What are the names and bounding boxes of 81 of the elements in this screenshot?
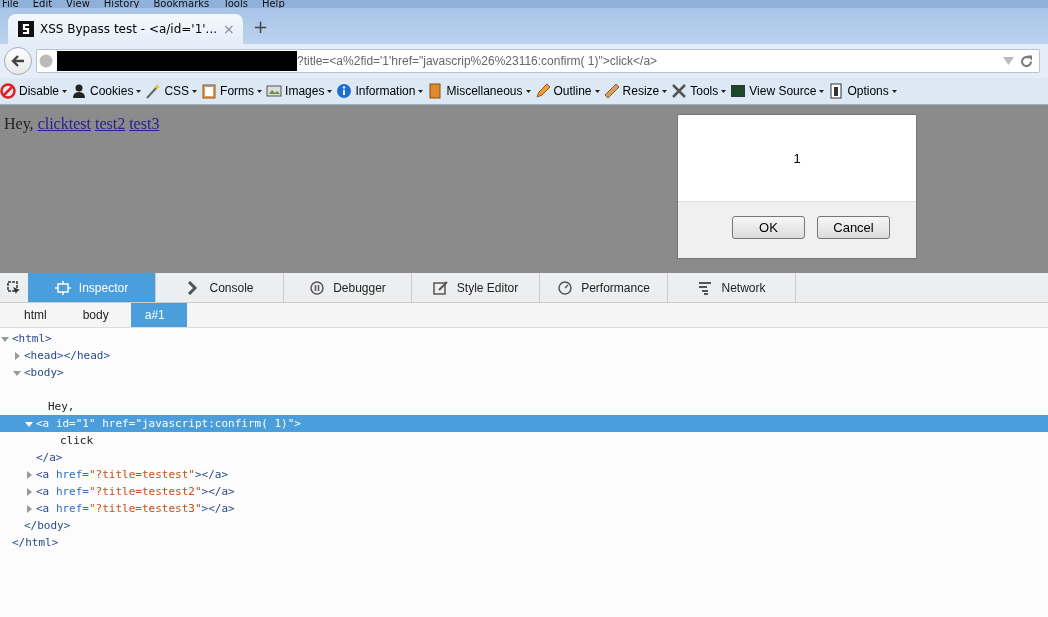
toolbar-menu-button[interactable]: Miscellaneous [427, 83, 531, 99]
page-link[interactable]: test3 [129, 115, 160, 132]
toolbar-menu-button[interactable]: Images [266, 83, 333, 99]
caret-icon [594, 89, 600, 93]
markup-line[interactable]: </a> [0, 449, 1048, 466]
markup-line[interactable]: click [0, 432, 1048, 449]
page-text: Hey, [4, 115, 34, 132]
toolbar-menu-button[interactable]: View Source [730, 83, 825, 99]
caret-icon [192, 89, 198, 93]
person-icon [71, 83, 88, 99]
site-icon [18, 21, 34, 37]
devtools-tab[interactable]: Network [668, 273, 796, 302]
info-icon [336, 83, 353, 99]
devtools-tab[interactable]: Console [156, 273, 284, 302]
pencil-icon [534, 83, 551, 99]
clipboard-icon [201, 83, 218, 99]
markup-line[interactable]: <a href="?title=testest"></a> [0, 466, 1048, 483]
menu-item[interactable]: Help [261, 0, 285, 8]
devtools-tab[interactable]: Performance [540, 273, 668, 302]
menu-item[interactable]: History [103, 0, 140, 8]
markup-line[interactable]: Hey, [0, 398, 1048, 415]
pause-icon [309, 280, 326, 295]
edit-icon [432, 280, 449, 295]
menu-item[interactable]: Bookmarks [153, 0, 210, 8]
dialog-message: 1 [793, 150, 801, 166]
caret-icon [721, 89, 727, 93]
markup-line[interactable]: </body> [0, 517, 1048, 534]
caret-icon [418, 89, 424, 93]
dialog-button[interactable]: OK [732, 216, 805, 239]
toolbar-menu-button[interactable]: Disable [0, 83, 68, 99]
menu-item[interactable]: Edit [32, 0, 53, 8]
terminal-icon [730, 83, 747, 99]
image-icon [266, 83, 283, 99]
caret-icon [525, 89, 531, 93]
gauge-icon [557, 280, 574, 295]
caret-icon [327, 89, 333, 93]
caret-icon [662, 89, 668, 93]
markup-line[interactable]: <a href="?title=testest2"></a> [0, 483, 1048, 500]
back-arrow-icon [11, 54, 25, 68]
markup-line[interactable]: </html> [0, 534, 1048, 551]
menu-item[interactable]: View [66, 0, 90, 8]
toolbar-menu-button[interactable]: Tools [671, 83, 727, 99]
toolbar-menu-button[interactable]: Cookies [71, 83, 142, 99]
caret-icon [891, 89, 897, 93]
caret-icon [62, 89, 68, 93]
menu-item[interactable]: File [2, 0, 19, 8]
reload-icon[interactable] [1020, 54, 1033, 68]
toolbar-menu-button[interactable]: Outline [534, 83, 600, 99]
devtools-tab[interactable]: Style Editor [412, 273, 540, 302]
square-icon [427, 83, 444, 99]
frame-icon [54, 280, 71, 295]
page-link[interactable]: test [68, 115, 91, 132]
bars-icon [697, 280, 714, 295]
ruler-icon [603, 83, 620, 99]
markup-line[interactable]: <html> [0, 330, 1048, 347]
menu-item[interactable]: Tools [223, 0, 248, 8]
page-link[interactable]: click [37, 115, 69, 132]
toolbar-menu-button[interactable]: Resize [603, 83, 668, 99]
breadcrumb[interactable]: html [10, 303, 69, 327]
page-link[interactable]: test2 [94, 115, 126, 132]
toolbar-menu-button[interactable]: CSS [145, 83, 198, 99]
address-field[interactable]: ?title=<a%2fid='1'href="javascrip%26%23116:confirm( 1)">click</a> [36, 49, 1040, 73]
caret-icon [257, 89, 263, 93]
browser-tab[interactable]: XSS Bypass test - <a/id='1'... × [8, 14, 243, 44]
breadcrumb[interactable]: body [68, 303, 131, 327]
panel-icon [828, 83, 845, 99]
back-button[interactable] [4, 47, 32, 75]
caret-icon [819, 89, 825, 93]
caret-icon [136, 89, 142, 93]
toolbar-menu-button[interactable]: Information [336, 83, 424, 99]
markup-line[interactable]: <a href="?title=testest3"></a> [0, 500, 1048, 517]
markup-line[interactable]: <head></head> [0, 347, 1048, 364]
toolbar-menu-button[interactable]: Forms [201, 83, 263, 99]
globe-icon [39, 54, 53, 68]
devtools-tab[interactable]: Debugger [284, 273, 412, 302]
new-tab-button[interactable]: + [253, 16, 269, 37]
toolbar-menu-button[interactable]: Options [828, 83, 897, 99]
markup-line[interactable]: <body> [0, 364, 1048, 381]
dialog-button[interactable]: Cancel [817, 216, 890, 239]
no-entry-icon [0, 83, 16, 99]
wand-icon [145, 83, 162, 99]
